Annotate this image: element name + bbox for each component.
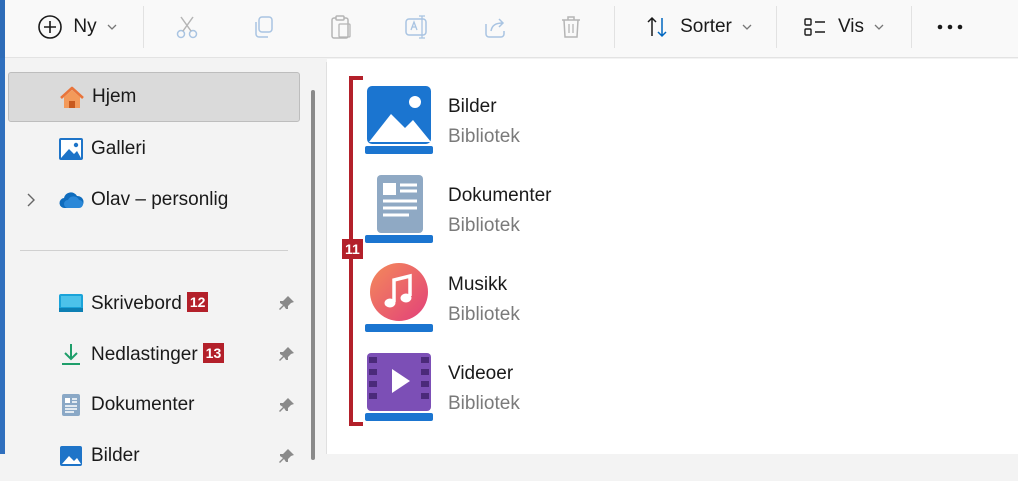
- annotation-bracket-bottom: [349, 422, 363, 426]
- desktop-icon: [59, 294, 83, 312]
- pin-icon[interactable]: [278, 396, 296, 414]
- toolbar-separator: [143, 6, 144, 48]
- onedrive-icon: [59, 192, 84, 209]
- nav-item-label: Olav – personlig: [91, 189, 229, 210]
- nav-item-text: Nedlastinger 13: [91, 342, 225, 366]
- annotation-bracket-top: [349, 76, 363, 80]
- view-icon: [804, 18, 825, 36]
- nav-item-label: Nedlastinger: [91, 343, 198, 365]
- sort-button-label: Sorter: [680, 16, 732, 37]
- nav-item-label: Dokumenter: [91, 394, 195, 415]
- nav-item-documents[interactable]: Dokumenter: [8, 380, 300, 430]
- pin-icon[interactable]: [278, 294, 296, 312]
- cut-button[interactable]: [165, 0, 209, 54]
- rename-button[interactable]: [395, 0, 439, 54]
- new-button[interactable]: Ny: [27, 0, 127, 54]
- new-button-label: Ny: [73, 16, 97, 37]
- music-library-icon: [365, 263, 433, 332]
- library-item-music[interactable]: Musikk Bibliotek: [363, 262, 763, 350]
- pin-icon[interactable]: [278, 447, 296, 465]
- gallery-icon: [59, 138, 83, 160]
- nav-item-home[interactable]: Hjem: [8, 72, 300, 122]
- pictures-icon: [60, 446, 82, 466]
- toolbar-separator: [614, 6, 615, 48]
- library-item-pictures[interactable]: Bilder Bibliotek: [363, 84, 763, 172]
- nav-item-label: Hjem: [92, 86, 137, 107]
- annotation-badge: 12: [186, 291, 209, 312]
- sort-button[interactable]: Sorter: [633, 0, 763, 54]
- nav-item-onedrive[interactable]: Olav – personlig: [8, 175, 300, 225]
- library-name: Dokumenter: [448, 185, 552, 206]
- delete-button[interactable]: [549, 0, 593, 54]
- videos-library-icon: [365, 353, 433, 421]
- chevron-down-icon: [742, 24, 752, 30]
- sidebar-scrollbar[interactable]: [311, 90, 315, 460]
- delete-icon: [562, 16, 580, 38]
- home-icon: [60, 86, 84, 108]
- plus-circle-icon: [38, 15, 63, 39]
- annotation-badge: 13: [202, 342, 225, 363]
- download-icon: [62, 344, 80, 365]
- nav-item-desktop[interactable]: Skrivebord 12: [8, 278, 300, 328]
- chevron-right-icon[interactable]: [26, 192, 36, 208]
- toolbar-separator: [911, 6, 912, 48]
- paste-button[interactable]: [319, 0, 363, 54]
- view-button[interactable]: Vis: [793, 0, 893, 54]
- pictures-library-icon: [365, 86, 433, 154]
- nav-item-label: Bilder: [91, 445, 140, 466]
- cut-icon: [176, 16, 198, 39]
- library-type: Bibliotek: [448, 393, 520, 414]
- window-left-edge-top: [0, 0, 5, 58]
- nav-item-gallery[interactable]: Galleri: [8, 124, 300, 174]
- nav-divider: [20, 250, 288, 251]
- share-button[interactable]: [473, 0, 517, 54]
- library-item-videos[interactable]: Videoer Bibliotek: [363, 351, 763, 439]
- copy-icon: [255, 16, 273, 38]
- nav-item-pictures[interactable]: Bilder: [8, 431, 300, 481]
- paste-icon: [331, 15, 351, 39]
- toolbar-separator: [776, 6, 777, 48]
- share-icon: [485, 18, 505, 38]
- library-item-documents[interactable]: Dokumenter Bibliotek: [363, 173, 763, 261]
- command-bar: Ny Sorter Vis: [5, 0, 1018, 58]
- library-name: Videoer: [448, 363, 514, 384]
- sort-icon: [647, 16, 667, 38]
- nav-item-text: Skrivebord 12: [91, 291, 209, 315]
- content-area: 11 Bilder Bibliotek Dokumenter Bibliotek: [327, 59, 1018, 454]
- library-type: Bibliotek: [448, 126, 520, 147]
- pin-icon[interactable]: [278, 345, 296, 363]
- nav-item-label: Galleri: [91, 138, 146, 159]
- copy-button[interactable]: [241, 0, 285, 54]
- view-button-label: Vis: [837, 16, 865, 37]
- navigation-pane: Hjem Galleri Olav – personlig Skrivebord…: [5, 62, 326, 466]
- documents-library-icon: [365, 175, 433, 243]
- library-type: Bibliotek: [448, 215, 520, 236]
- library-name: Musikk: [448, 274, 508, 295]
- annotation-badge: 11: [342, 239, 363, 259]
- library-type: Bibliotek: [448, 304, 520, 325]
- library-name: Bilder: [448, 96, 497, 117]
- more-options-button[interactable]: [927, 0, 973, 54]
- chevron-down-icon: [107, 24, 117, 30]
- nav-item-downloads[interactable]: Nedlastinger 13: [8, 329, 300, 379]
- rename-icon: [405, 15, 427, 39]
- more-icon: [937, 24, 963, 30]
- documents-icon: [62, 394, 80, 416]
- nav-item-label: Skrivebord: [91, 292, 182, 314]
- chevron-down-icon: [874, 24, 884, 30]
